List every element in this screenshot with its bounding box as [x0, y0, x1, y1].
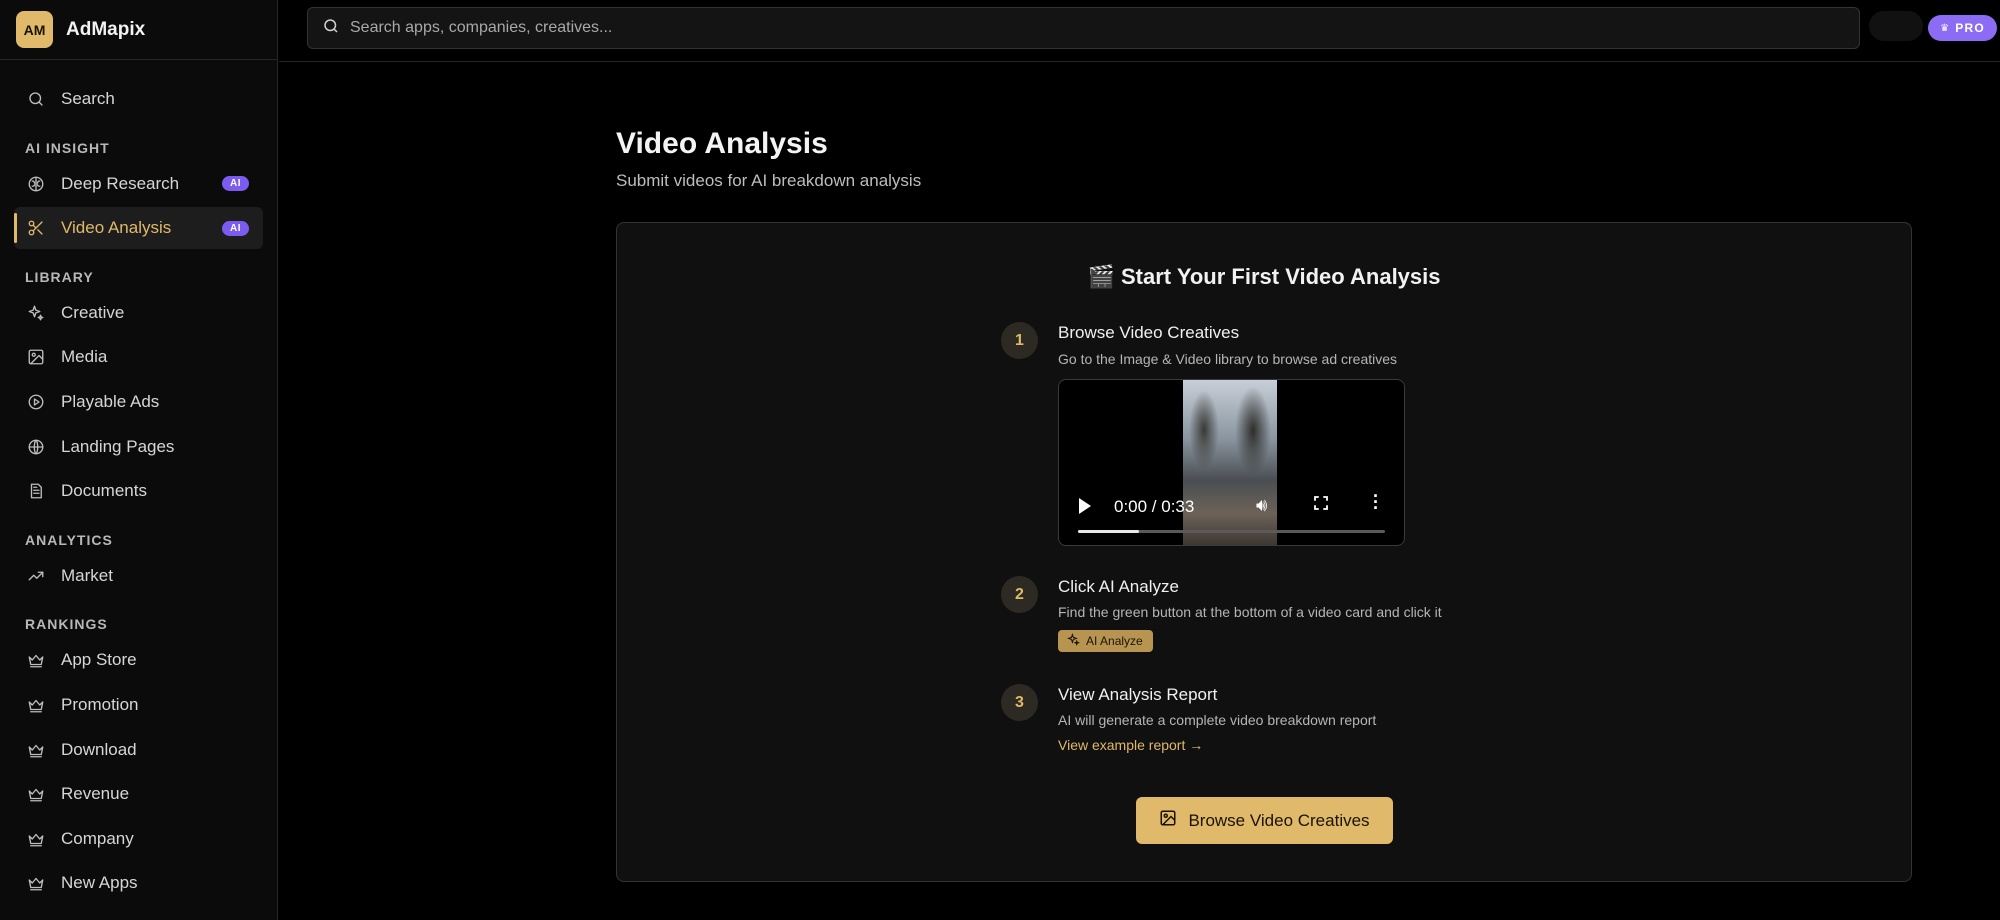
sidebar-item-label: Promotion — [61, 694, 139, 714]
sidebar-item-revenue[interactable]: Revenue — [14, 773, 263, 815]
step-title-1: Browse Video Creatives — [1058, 323, 1240, 342]
step-title-3: View Analysis Report — [1058, 685, 1218, 704]
sidebar-item-label: Media — [61, 347, 108, 367]
ai-analyze-label: AI Analyze — [1086, 634, 1143, 648]
step-number-3: 3 — [1001, 684, 1038, 721]
sidebar-item-company[interactable]: Company — [14, 818, 263, 860]
sidebar-item-documents[interactable]: Documents — [14, 470, 263, 512]
more-options-icon[interactable]: · · · — [1373, 487, 1379, 517]
sidebar-nav: Search AI INSIGHT Deep Research AI Video… — [0, 60, 277, 904]
step-desc-1: Go to the Image & Video library to brows… — [1058, 351, 1398, 367]
crown-icon — [26, 695, 46, 715]
sidebar-item-market[interactable]: Market — [14, 555, 263, 597]
sidebar-item-app-store[interactable]: App Store — [14, 639, 263, 681]
crown-icon — [26, 873, 46, 893]
sidebar: AM AdMapix Search AI INSIGHT Deep Resear… — [0, 0, 278, 920]
sidebar-item-label: Creative — [61, 302, 125, 322]
sparkles-icon — [1066, 632, 1086, 649]
sidebar-item-label: Company — [61, 828, 134, 848]
sidebar-item-video-analysis[interactable]: Video Analysis AI — [14, 207, 263, 250]
crown-icon — [26, 829, 46, 849]
browse-video-creatives-button[interactable]: Browse Video Creatives — [1136, 797, 1393, 844]
ai-analyze-chip: AI Analyze — [1058, 630, 1153, 652]
ai-badge: AI — [222, 176, 249, 192]
video-progress-fill — [1078, 530, 1140, 533]
crown-icon — [26, 740, 46, 760]
search-input[interactable] — [350, 19, 1750, 37]
sidebar-item-promotion[interactable]: Promotion — [14, 684, 263, 726]
card-title: 🎬 Start Your First Video Analysis — [1087, 264, 1441, 289]
user-menu-button[interactable] — [1869, 11, 1923, 41]
brand-logo: AM — [16, 11, 53, 48]
sidebar-item-media[interactable]: Media — [14, 336, 263, 378]
document-icon — [26, 481, 46, 501]
volume-icon[interactable]: 🔊︎ — [1256, 495, 1267, 516]
scissors-icon — [26, 218, 46, 238]
sidebar-item-label: Landing Pages — [61, 436, 175, 456]
sidebar-item-label: Video Analysis — [61, 218, 172, 238]
video-progress-bar[interactable] — [1078, 530, 1385, 533]
video-time: 0:00 / 0:33 — [1114, 497, 1195, 516]
sidebar-item-label: Revenue — [61, 784, 130, 804]
sidebar-item-label: App Store — [61, 650, 137, 670]
sidebar-item-deep-research[interactable]: Deep Research AI — [14, 163, 263, 205]
sidebar-item-search[interactable]: Search — [14, 78, 263, 120]
sidebar-item-label: Download — [61, 739, 137, 759]
fullscreen-icon[interactable] — [1312, 494, 1330, 512]
sidebar-item-playable-ads[interactable]: Playable Ads — [14, 381, 263, 423]
sidebar-item-label: Documents — [61, 481, 147, 501]
trending-up-icon — [26, 566, 46, 586]
topbar: ♛ PRO — [279, 0, 2000, 62]
step-title-2: Click AI Analyze — [1058, 577, 1179, 596]
sidebar-item-landing-pages[interactable]: Landing Pages — [14, 426, 263, 468]
step-number-1: 1 — [1001, 322, 1038, 359]
step-desc-2: Find the green button at the bottom of a… — [1058, 604, 1442, 620]
sidebar-item-label: Market — [61, 565, 113, 585]
search-icon — [26, 89, 46, 109]
sidebar-item-label: Search — [61, 89, 115, 108]
step-desc-3: AI will generate a complete video breakd… — [1058, 712, 1377, 728]
sidebar-item-label: New Apps — [61, 873, 138, 893]
global-search[interactable] — [307, 7, 1860, 49]
onboarding-card: 🎬 Start Your First Video Analysis 1 Brow… — [616, 222, 1912, 882]
sidebar-item-label: Deep Research — [61, 173, 180, 193]
section-label-analytics: ANALYTICS — [25, 531, 113, 548]
video-controls: 0:00 / 0:33 🔊︎ · · · — [1059, 475, 1404, 545]
play-circle-icon — [26, 392, 46, 412]
page-title: Video Analysis — [616, 127, 828, 160]
brain-icon — [26, 174, 46, 194]
section-label-library: LIBRARY — [25, 268, 94, 285]
sidebar-item-download[interactable]: Download — [14, 729, 263, 771]
ai-badge: AI — [222, 220, 249, 236]
crown-icon — [26, 650, 46, 670]
brand[interactable]: AM AdMapix — [0, 0, 277, 60]
brand-name: AdMapix — [66, 18, 146, 40]
sidebar-item-creative[interactable]: Creative — [14, 292, 263, 334]
step-number-2: 2 — [1001, 576, 1038, 613]
image-icon — [26, 347, 46, 367]
crown-icon — [26, 784, 46, 804]
video-player[interactable]: 0:00 / 0:33 🔊︎ · · · — [1058, 379, 1405, 546]
pro-badge[interactable]: ♛ PRO — [1928, 15, 1997, 41]
globe-icon — [26, 437, 46, 457]
sidebar-item-new-apps[interactable]: New Apps — [14, 862, 263, 904]
image-icon — [1159, 809, 1188, 832]
crown-icon: ♛ — [1940, 22, 1951, 34]
cta-label: Browse Video Creatives — [1188, 810, 1370, 830]
play-icon[interactable] — [1079, 498, 1091, 514]
view-example-report-link[interactable]: View example report → — [1058, 737, 1203, 753]
section-label-rankings: RANKINGS — [25, 616, 108, 633]
pro-label: PRO — [1955, 21, 1985, 35]
search-icon — [322, 17, 340, 40]
section-label-ai-insight: AI INSIGHT — [25, 139, 110, 156]
page-subtitle: Submit videos for AI breakdown analysis — [616, 171, 922, 190]
sidebar-item-label: Playable Ads — [61, 391, 160, 411]
sparkles-icon — [26, 303, 46, 323]
